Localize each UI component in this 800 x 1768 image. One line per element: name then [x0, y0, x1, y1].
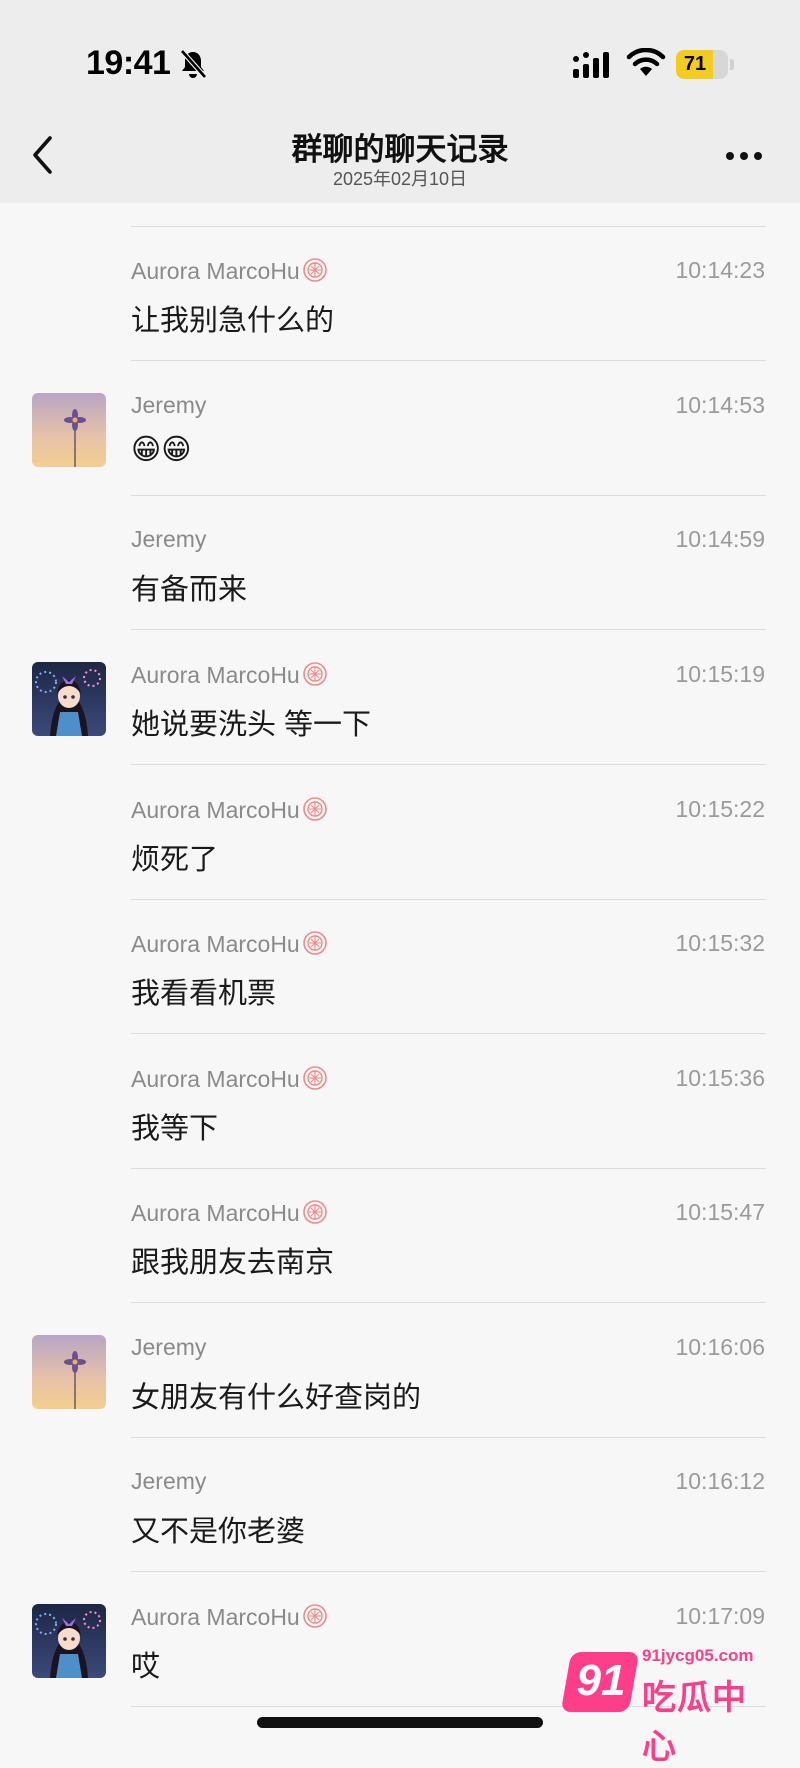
message-text: 又不是你老婆 [131, 1516, 306, 1548]
sender-name-text: Jeremy [131, 392, 207, 418]
avatar[interactable] [32, 1604, 106, 1678]
message-text: 有备而来 [131, 574, 248, 606]
message-time: 10:14:59 [675, 526, 765, 552]
message-time: 10:15:32 [675, 930, 765, 956]
divider [131, 1571, 766, 1572]
sender-name: Aurora MarcoHu [131, 661, 328, 689]
flower-badge-icon [302, 796, 328, 822]
sender-name: Aurora MarcoHu [131, 1199, 328, 1227]
sender-name-text: Aurora MarcoHu [131, 258, 300, 284]
flower-badge-icon [302, 661, 328, 687]
sender-name: Aurora MarcoHu [131, 257, 328, 285]
message-text: 烦死了 [131, 844, 219, 876]
battery-tip [730, 59, 734, 70]
sender-name-text: Aurora MarcoHu [131, 662, 300, 688]
sender-name-text: Aurora MarcoHu [131, 1200, 300, 1226]
message-time: 10:15:47 [675, 1199, 765, 1225]
bell-slash-icon [180, 49, 207, 79]
sender-name-text: Jeremy [131, 526, 207, 552]
message-item[interactable]: Aurora MarcoHu 10:15:22 烦死了 [0, 766, 800, 900]
divider [131, 764, 766, 765]
avatar[interactable] [32, 662, 106, 736]
page-subtitle: 2025年02月10日 [332, 169, 468, 189]
divider [131, 1033, 766, 1034]
message-item[interactable]: Aurora MarcoHu 10:15:47 跟我朋友去南京 [0, 1169, 800, 1303]
page-title: 群聊的聊天记录 [291, 132, 509, 167]
message-time: 10:14:53 [675, 392, 765, 418]
message-item[interactable]: Aurora MarcoHu 10:17:09 哎 [0, 1573, 800, 1707]
flower-badge-icon [302, 1199, 328, 1225]
message-time: 10:15:36 [675, 1065, 765, 1091]
message-time: 10:15:19 [675, 661, 765, 687]
flower-badge-icon [302, 1065, 328, 1091]
message-text: 女朋友有什么好查岗的 [131, 1382, 422, 1414]
sender-name: Jeremy [131, 1468, 206, 1495]
sender-name-text: Aurora MarcoHu [131, 1066, 300, 1092]
avatar[interactable] [32, 393, 106, 467]
sender-name: Aurora MarcoHu [131, 930, 328, 958]
flower-badge-icon [302, 1603, 328, 1629]
avatar[interactable] [32, 1335, 106, 1409]
message-item[interactable]: Jeremy 10:16:12 又不是你老婆 [0, 1438, 800, 1572]
message-item[interactable]: Jeremy 10:16:06 女朋友有什么好查岗的 [0, 1304, 800, 1438]
battery-icon: 71 [676, 50, 728, 79]
cellular-signal-icon [573, 52, 609, 78]
message-text: 😁😁 [131, 434, 192, 466]
top-bar: 19:41 71 群聊的聊天记录 2025年02月10日 [0, 0, 800, 203]
message-text: 我看看机票 [131, 978, 277, 1010]
sender-name: Jeremy [131, 526, 206, 553]
message-item[interactable]: Jeremy 10:14:59 有备而来 [0, 496, 800, 630]
sender-name-text: Aurora MarcoHu [131, 931, 300, 957]
sender-name-text: Jeremy [131, 1334, 207, 1360]
home-indicator[interactable] [257, 1717, 543, 1728]
sender-name: Aurora MarcoHu [131, 1603, 328, 1631]
divider [131, 360, 766, 361]
message-text: 让我别急什么的 [131, 305, 335, 337]
more-dots-icon[interactable] [724, 150, 764, 162]
sender-name: Jeremy [131, 392, 206, 419]
message-item[interactable]: Aurora MarcoHu 10:15:36 我等下 [0, 1035, 800, 1169]
divider [131, 1302, 766, 1303]
sender-name-text: Aurora MarcoHu [131, 797, 300, 823]
message-time: 10:14:23 [675, 257, 765, 283]
battery-level: 71 [683, 53, 707, 75]
sender-name-text: Jeremy [131, 1468, 207, 1494]
flower-badge-icon [302, 257, 328, 283]
message-text: 她说要洗头 等一下 [131, 709, 372, 741]
sender-name: Aurora MarcoHu [131, 796, 328, 824]
message-time: 10:15:22 [675, 796, 765, 822]
message-item[interactable]: Jeremy 10:14:53 😁😁 [0, 362, 800, 496]
message-time: 10:16:12 [675, 1468, 765, 1494]
message-item[interactable]: Aurora MarcoHu 10:15:32 我看看机票 [0, 900, 800, 1034]
message-time: 10:17:09 [675, 1603, 765, 1629]
message-time: 10:16:06 [675, 1334, 765, 1360]
wifi-icon [626, 48, 666, 76]
message-text: 哎 [131, 1651, 161, 1683]
divider [131, 629, 766, 630]
divider [131, 1706, 766, 1707]
status-time: 19:41 [86, 44, 171, 82]
flower-badge-icon [302, 930, 328, 956]
sender-name-text: Aurora MarcoHu [131, 1604, 300, 1630]
message-text: 我等下 [131, 1113, 219, 1145]
sender-name: Aurora MarcoHu [131, 1065, 328, 1093]
message-text: 跟我朋友去南京 [131, 1247, 335, 1279]
sender-name: Jeremy [131, 1334, 206, 1361]
message-item[interactable]: Aurora MarcoHu 10:14:23 让我别急什么的 [0, 227, 800, 361]
message-item[interactable]: Aurora MarcoHu 10:15:19 她说要洗头 等一下 [0, 631, 800, 765]
